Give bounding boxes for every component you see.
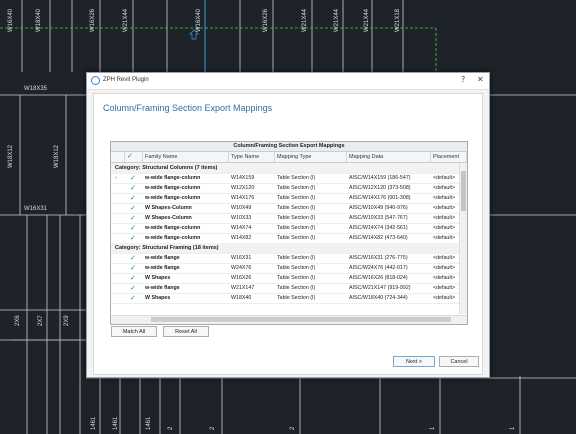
help-icon[interactable]: ? xyxy=(461,75,465,85)
checkmark-icon[interactable]: ✓ xyxy=(130,223,136,233)
grid-title: Column/Framing Section Export Mappings xyxy=(111,142,467,152)
category-label: Category: Structural Framing (18 items) xyxy=(115,245,219,251)
cad-beam-label: W18X12 xyxy=(8,144,14,168)
cad-beam-label: W21X18 xyxy=(395,8,401,32)
checkmark-icon[interactable]: ✓ xyxy=(130,193,136,203)
table-row[interactable]: ✓ W Shapes W18X40 Table Section (I) AISC… xyxy=(111,293,459,304)
cad-beam-label: W21X44 xyxy=(334,8,340,32)
match-all-button[interactable]: Match All xyxy=(111,326,157,337)
cad-beam-label: 2X7 xyxy=(38,315,44,326)
cad-beam-label: 2 xyxy=(290,426,296,430)
cad-beam-label: W16X31 xyxy=(24,206,48,212)
horizontal-scroll-thumb[interactable] xyxy=(151,317,451,322)
column-header-mapping-data[interactable]: Mapping Data xyxy=(347,152,431,162)
horizontal-scrollbar[interactable] xyxy=(111,315,467,324)
checkmark-icon[interactable]: ✓ xyxy=(130,233,136,243)
cad-beam-label: 2 xyxy=(210,426,216,430)
column-header-check-icon[interactable]: ✓ xyxy=(125,152,143,162)
cad-beam-label: W16X26 xyxy=(90,8,96,32)
column-header-placement[interactable]: Placement xyxy=(431,152,467,162)
column-header-mapping-type[interactable]: Mapping Type xyxy=(275,152,347,162)
vertical-scroll-thumb[interactable] xyxy=(461,171,466,211)
dialog-titlebar[interactable]: ZPH Revit Plugin ? ✕ xyxy=(87,73,489,90)
checkmark-icon[interactable]: ✓ xyxy=(130,183,136,193)
cad-beam-label: 2X6 xyxy=(15,315,21,326)
cad-beam-label: 2 xyxy=(168,426,174,430)
checkmark-icon[interactable]: ✓ xyxy=(130,263,136,273)
close-icon[interactable]: ✕ xyxy=(477,75,484,85)
column-header-type[interactable]: Type Name xyxy=(229,152,275,162)
vertical-scrollbar[interactable] xyxy=(459,163,467,314)
cad-beam-label: 1461 xyxy=(91,416,97,430)
cad-beam-label: W18X12 xyxy=(54,144,60,168)
cad-beam-label: W16X40 xyxy=(196,8,202,32)
checkmark-icon[interactable]: ✓ xyxy=(130,253,136,263)
next-button[interactable]: Next > xyxy=(393,356,435,367)
mappings-grid: Column/Framing Section Export Mappings ✓… xyxy=(110,141,468,325)
app-title: ZPH Revit Plugin xyxy=(103,77,149,83)
cad-beam-label: W21X44 xyxy=(364,8,370,32)
checkmark-icon[interactable]: ✓ xyxy=(130,213,136,223)
reset-all-button[interactable]: Reset All xyxy=(163,326,209,337)
cad-beam-label: 1461 xyxy=(146,416,152,430)
checkmark-icon[interactable]: ✓ xyxy=(130,283,136,293)
cad-beam-label: 1 xyxy=(430,426,436,430)
cad-beam-label: 1461 xyxy=(113,416,119,430)
checkmark-icon[interactable]: ✓ xyxy=(130,293,136,303)
cad-beam-label: W21X44 xyxy=(302,8,308,32)
cad-beam-label: W21X44 xyxy=(123,8,129,32)
checkmark-icon[interactable]: ✓ xyxy=(130,203,136,213)
checkmark-icon[interactable]: ✓ xyxy=(130,173,136,183)
cad-beam-label: W18X35 xyxy=(24,86,48,92)
category-label: Category: Structural Columns (7 items) xyxy=(115,165,218,171)
checkmark-icon[interactable]: ✓ xyxy=(130,273,136,283)
cad-beam-label: W16X26 xyxy=(263,8,269,32)
column-header-expander xyxy=(111,152,125,162)
app-logo-icon xyxy=(91,76,100,85)
cad-beam-label: W16X40 xyxy=(8,8,14,32)
cad-beam-label: W18X40 xyxy=(36,8,42,32)
column-header-family[interactable]: Family Name xyxy=(143,152,229,162)
cad-beam-label: 1 xyxy=(510,426,516,430)
cad-beam-label: 2X9 xyxy=(64,315,70,326)
export-mappings-dialog: ZPH Revit Plugin ? ✕ Column/Framing Sect… xyxy=(86,72,490,378)
grid-header: ✓ Family Name Type Name Mapping Type Map… xyxy=(111,152,467,163)
page-title: Column/Framing Section Export Mappings xyxy=(103,103,273,113)
cancel-button[interactable]: Cancel xyxy=(439,356,479,367)
